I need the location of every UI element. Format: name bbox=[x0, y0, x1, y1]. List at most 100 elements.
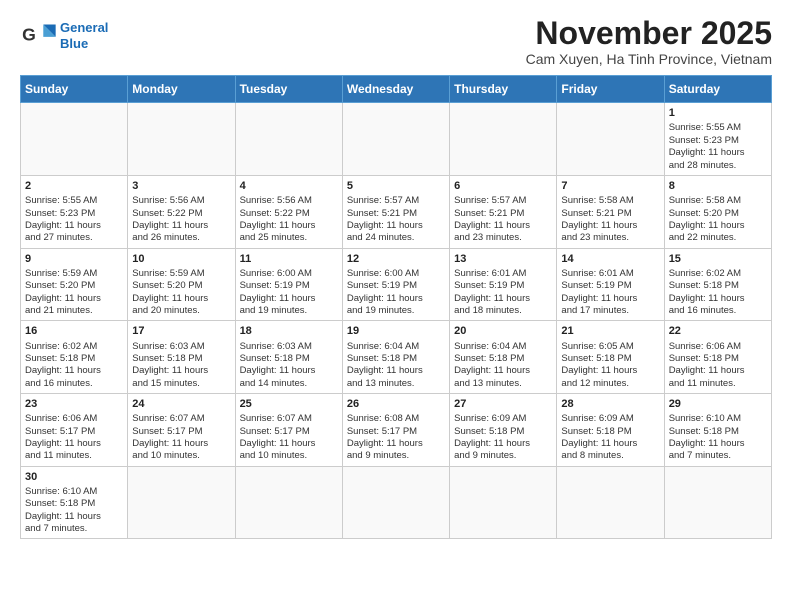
weekday-header-tuesday: Tuesday bbox=[235, 76, 342, 103]
calendar-cell: 28Sunrise: 6:09 AM Sunset: 5:18 PM Dayli… bbox=[557, 393, 664, 466]
calendar-cell: 21 Sunrise: 6:05 AM Sunset: 5:18 PM Dayli… bbox=[557, 321, 664, 394]
day-info: Sunrise: 6:04 AM Sunset: 5:18 PM Dayligh… bbox=[454, 341, 552, 390]
calendar-cell: 13 Sunrise: 6:01 AM Sunset: 5:19 PM Dayli… bbox=[450, 248, 557, 321]
day-number: 14 bbox=[561, 252, 659, 266]
logo: G General Blue bbox=[20, 20, 108, 51]
day-number: 17 bbox=[132, 324, 230, 338]
day-number: 3 bbox=[132, 179, 230, 193]
day-info: Sunrise: 6:08 AM Sunset: 5:17 PM Dayligh… bbox=[347, 413, 445, 462]
day-info: Sunrise: 5:55 AM Sunset: 5:23 PM Dayligh… bbox=[669, 122, 767, 171]
day-number: 20 bbox=[454, 324, 552, 338]
day-number: 24 bbox=[132, 397, 230, 411]
day-info: Sunrise: 6:05 AM Sunset: 5:18 PM Dayligh… bbox=[561, 341, 659, 390]
day-info: Sunrise: 6:09 AM Sunset: 5:18 PM Dayligh… bbox=[454, 413, 552, 462]
calendar-cell: 18 Sunrise: 6:03 AM Sunset: 5:18 PM Dayli… bbox=[235, 321, 342, 394]
weekday-header-sunday: Sunday bbox=[21, 76, 128, 103]
day-number: 23 bbox=[25, 397, 123, 411]
day-number: 1 bbox=[669, 106, 767, 120]
day-number: 6 bbox=[454, 179, 552, 193]
day-number: 19 bbox=[347, 324, 445, 338]
calendar-cell: 29Sunrise: 6:10 AM Sunset: 5:18 PM Dayli… bbox=[664, 393, 771, 466]
logo-blue: Blue bbox=[60, 36, 88, 51]
day-info: Sunrise: 5:56 AM Sunset: 5:22 PM Dayligh… bbox=[240, 195, 338, 244]
day-info: Sunrise: 5:56 AM Sunset: 5:22 PM Dayligh… bbox=[132, 195, 230, 244]
calendar-cell bbox=[342, 466, 449, 539]
calendar-cell: 15 Sunrise: 6:02 AM Sunset: 5:18 PM Dayli… bbox=[664, 248, 771, 321]
day-number: 10 bbox=[132, 252, 230, 266]
day-number: 18 bbox=[240, 324, 338, 338]
calendar-cell: 7 Sunrise: 5:58 AM Sunset: 5:21 PM Daylig… bbox=[557, 175, 664, 248]
logo-text: General Blue bbox=[60, 20, 108, 51]
weekday-header-wednesday: Wednesday bbox=[342, 76, 449, 103]
svg-text:G: G bbox=[22, 24, 36, 44]
calendar-table: SundayMondayTuesdayWednesdayThursdayFrid… bbox=[20, 75, 772, 539]
day-number: 9 bbox=[25, 252, 123, 266]
calendar-cell: 9 Sunrise: 5:59 AM Sunset: 5:20 PM Daylig… bbox=[21, 248, 128, 321]
day-info: Sunrise: 5:58 AM Sunset: 5:20 PM Dayligh… bbox=[669, 195, 767, 244]
calendar-cell: 22Sunrise: 6:06 AM Sunset: 5:18 PM Dayli… bbox=[664, 321, 771, 394]
calendar-cell: 20 Sunrise: 6:04 AM Sunset: 5:18 PM Dayli… bbox=[450, 321, 557, 394]
calendar-cell bbox=[450, 466, 557, 539]
calendar-cell: 3 Sunrise: 5:56 AM Sunset: 5:22 PM Daylig… bbox=[128, 175, 235, 248]
day-info: Sunrise: 6:03 AM Sunset: 5:18 PM Dayligh… bbox=[240, 341, 338, 390]
day-info: Sunrise: 6:06 AM Sunset: 5:17 PM Dayligh… bbox=[25, 413, 123, 462]
day-number: 7 bbox=[561, 179, 659, 193]
calendar-cell bbox=[664, 466, 771, 539]
day-info: Sunrise: 5:57 AM Sunset: 5:21 PM Dayligh… bbox=[454, 195, 552, 244]
day-info: Sunrise: 6:03 AM Sunset: 5:18 PM Dayligh… bbox=[132, 341, 230, 390]
weekday-header-monday: Monday bbox=[128, 76, 235, 103]
calendar-cell: 10Sunrise: 5:59 AM Sunset: 5:20 PM Dayli… bbox=[128, 248, 235, 321]
day-number: 2 bbox=[25, 179, 123, 193]
calendar-cell: 2 Sunrise: 5:55 AM Sunset: 5:23 PM Daylig… bbox=[21, 175, 128, 248]
calendar-cell: 27 Sunrise: 6:09 AM Sunset: 5:18 PM Dayli… bbox=[450, 393, 557, 466]
day-number: 4 bbox=[240, 179, 338, 193]
day-info: Sunrise: 6:04 AM Sunset: 5:18 PM Dayligh… bbox=[347, 341, 445, 390]
month-title: November 2025 bbox=[526, 16, 772, 51]
calendar-cell: 14 Sunrise: 6:01 AM Sunset: 5:19 PM Dayli… bbox=[557, 248, 664, 321]
calendar-week-row: 2 Sunrise: 5:55 AM Sunset: 5:23 PM Daylig… bbox=[21, 175, 772, 248]
calendar-cell: 17 Sunrise: 6:03 AM Sunset: 5:18 PM Dayli… bbox=[128, 321, 235, 394]
calendar-cell bbox=[21, 103, 128, 176]
day-info: Sunrise: 5:55 AM Sunset: 5:23 PM Dayligh… bbox=[25, 195, 123, 244]
calendar-cell: 23 Sunrise: 6:06 AM Sunset: 5:17 PM Dayli… bbox=[21, 393, 128, 466]
day-number: 15 bbox=[669, 252, 767, 266]
weekday-header-friday: Friday bbox=[557, 76, 664, 103]
calendar-cell: 11 Sunrise: 6:00 AM Sunset: 5:19 PM Dayli… bbox=[235, 248, 342, 321]
day-info: Sunrise: 6:10 AM Sunset: 5:18 PM Dayligh… bbox=[669, 413, 767, 462]
calendar-cell bbox=[557, 103, 664, 176]
header: G General Blue November 2025 Cam Xuyen, … bbox=[20, 16, 772, 67]
calendar-cell: 30Sunrise: 6:10 AM Sunset: 5:18 PM Dayli… bbox=[21, 466, 128, 539]
calendar-week-row: 9 Sunrise: 5:59 AM Sunset: 5:20 PM Daylig… bbox=[21, 248, 772, 321]
day-info: Sunrise: 6:01 AM Sunset: 5:19 PM Dayligh… bbox=[561, 268, 659, 317]
calendar-cell bbox=[342, 103, 449, 176]
calendar-cell: 24 Sunrise: 6:07 AM Sunset: 5:17 PM Dayli… bbox=[128, 393, 235, 466]
calendar-cell bbox=[450, 103, 557, 176]
day-info: Sunrise: 5:59 AM Sunset: 5:20 PM Dayligh… bbox=[25, 268, 123, 317]
logo-general: General bbox=[60, 20, 108, 35]
day-info: Sunrise: 6:00 AM Sunset: 5:19 PM Dayligh… bbox=[240, 268, 338, 317]
day-number: 21 bbox=[561, 324, 659, 338]
day-info: Sunrise: 5:58 AM Sunset: 5:21 PM Dayligh… bbox=[561, 195, 659, 244]
day-number: 30 bbox=[25, 470, 123, 484]
day-info: Sunrise: 6:01 AM Sunset: 5:19 PM Dayligh… bbox=[454, 268, 552, 317]
day-info: Sunrise: 6:07 AM Sunset: 5:17 PM Dayligh… bbox=[240, 413, 338, 462]
day-info: Sunrise: 6:02 AM Sunset: 5:18 PM Dayligh… bbox=[669, 268, 767, 317]
location-title: Cam Xuyen, Ha Tinh Province, Vietnam bbox=[526, 51, 772, 67]
calendar-week-row: 1 Sunrise: 5:55 AM Sunset: 5:23 PM Daylig… bbox=[21, 103, 772, 176]
day-info: Sunrise: 6:07 AM Sunset: 5:17 PM Dayligh… bbox=[132, 413, 230, 462]
calendar-cell: 25Sunrise: 6:07 AM Sunset: 5:17 PM Dayli… bbox=[235, 393, 342, 466]
weekday-header-saturday: Saturday bbox=[664, 76, 771, 103]
day-number: 13 bbox=[454, 252, 552, 266]
calendar-cell bbox=[128, 466, 235, 539]
weekday-header-thursday: Thursday bbox=[450, 76, 557, 103]
day-number: 27 bbox=[454, 397, 552, 411]
calendar-cell: 6 Sunrise: 5:57 AM Sunset: 5:21 PM Daylig… bbox=[450, 175, 557, 248]
day-number: 12 bbox=[347, 252, 445, 266]
day-info: Sunrise: 5:57 AM Sunset: 5:21 PM Dayligh… bbox=[347, 195, 445, 244]
day-number: 28 bbox=[561, 397, 659, 411]
day-number: 22 bbox=[669, 324, 767, 338]
calendar-cell: 8Sunrise: 5:58 AM Sunset: 5:20 PM Daylig… bbox=[664, 175, 771, 248]
calendar-cell bbox=[128, 103, 235, 176]
day-number: 11 bbox=[240, 252, 338, 266]
calendar-week-row: 23 Sunrise: 6:06 AM Sunset: 5:17 PM Dayli… bbox=[21, 393, 772, 466]
